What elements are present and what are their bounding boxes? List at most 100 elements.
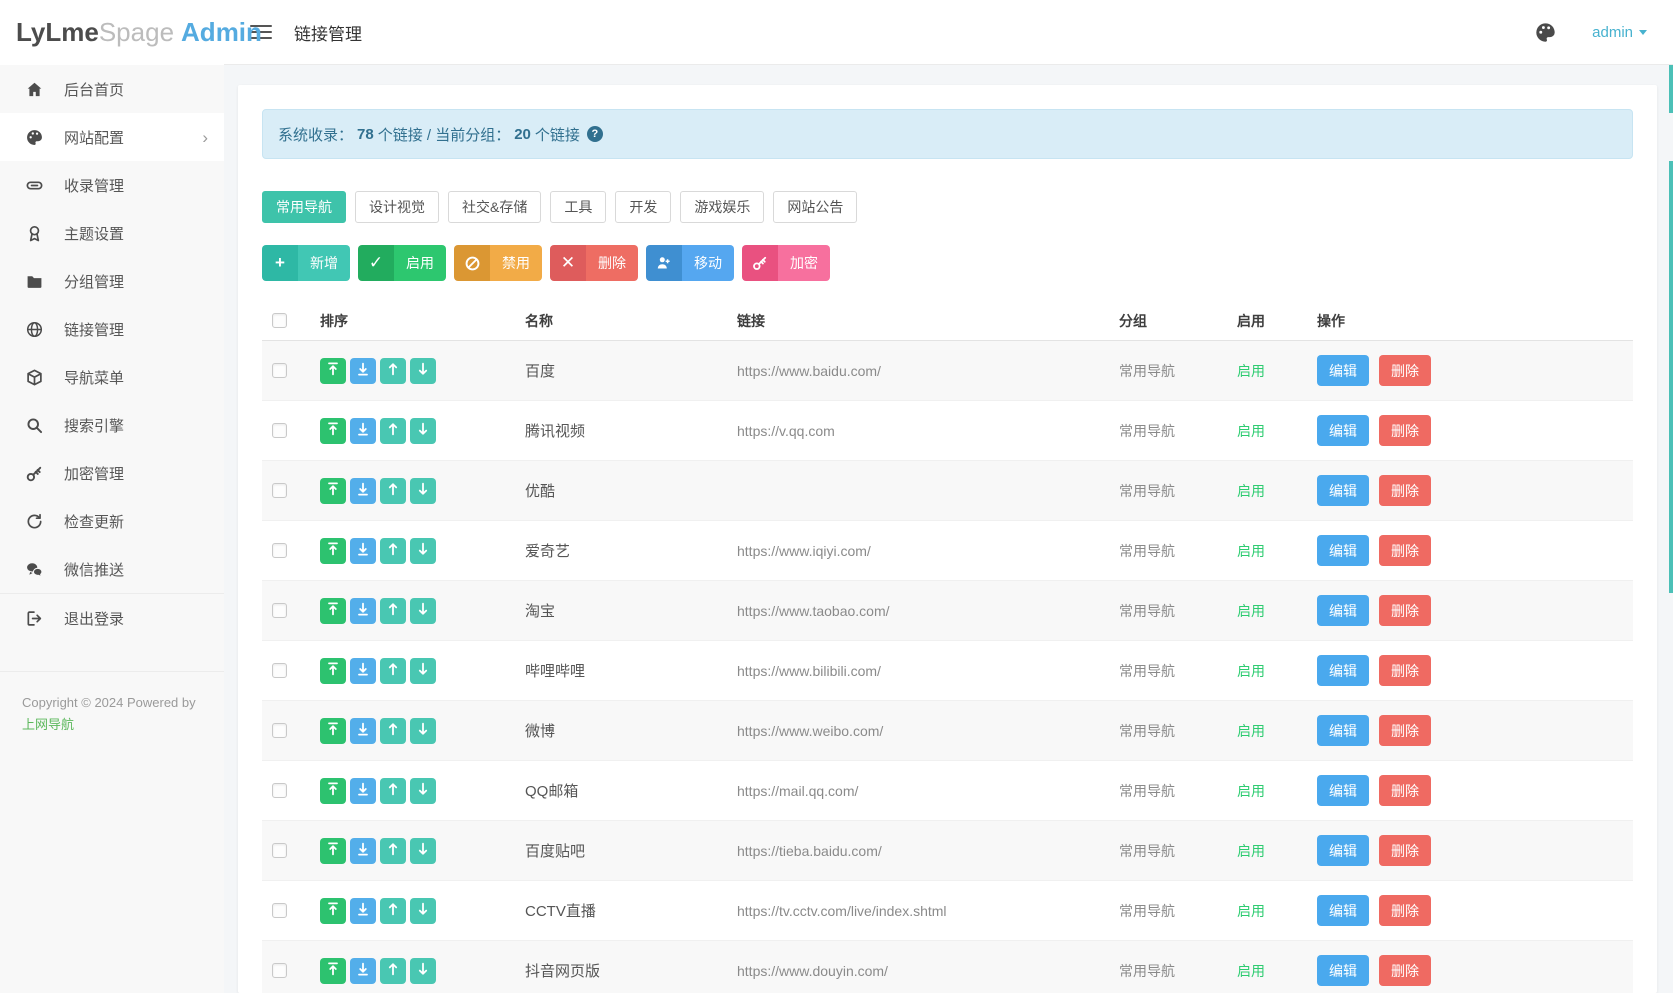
row-checkbox[interactable] xyxy=(272,423,287,438)
sort-up-button[interactable] xyxy=(380,777,406,804)
edit-button[interactable]: 编辑 xyxy=(1317,835,1369,866)
edit-button[interactable]: 编辑 xyxy=(1317,415,1369,446)
sort-down-button[interactable] xyxy=(410,777,436,804)
删除-button[interactable]: ✕ 删除 xyxy=(550,245,638,281)
sort-to-bottom-button[interactable] xyxy=(350,777,376,804)
sidebar-item-search[interactable]: 搜索引擎 xyxy=(0,401,224,449)
sort-down-button[interactable] xyxy=(410,657,436,684)
sort-up-button[interactable] xyxy=(380,897,406,924)
sort-to-bottom-button[interactable] xyxy=(350,837,376,864)
delete-button[interactable]: 删除 xyxy=(1379,715,1431,746)
theme-palette-icon[interactable] xyxy=(1535,22,1556,43)
sort-to-top-button[interactable] xyxy=(320,537,346,564)
select-all-checkbox[interactable] xyxy=(272,313,287,328)
sort-to-bottom-button[interactable] xyxy=(350,717,376,744)
row-checkbox[interactable] xyxy=(272,963,287,978)
sort-down-button[interactable] xyxy=(410,897,436,924)
user-menu[interactable]: admin xyxy=(1592,24,1647,41)
禁用-button[interactable]: 禁用 xyxy=(454,245,542,281)
sort-to-top-button[interactable] xyxy=(320,477,346,504)
edit-button[interactable]: 编辑 xyxy=(1317,595,1369,626)
edit-button[interactable]: 编辑 xyxy=(1317,955,1369,986)
加密-button[interactable]: 加密 xyxy=(742,245,830,281)
sort-to-top-button[interactable] xyxy=(320,657,346,684)
sort-down-button[interactable] xyxy=(410,417,436,444)
edit-button[interactable]: 编辑 xyxy=(1317,895,1369,926)
copyright-link[interactable]: 上网导航 xyxy=(22,714,202,736)
tab-游戏娱乐[interactable]: 游戏娱乐 xyxy=(680,191,765,223)
sidebar-item-logout[interactable]: 退出登录 xyxy=(0,594,224,642)
help-icon[interactable]: ? xyxy=(586,126,603,142)
sort-down-button[interactable] xyxy=(410,357,436,384)
启用-button[interactable]: ✓ 启用 xyxy=(358,245,446,281)
delete-button[interactable]: 删除 xyxy=(1379,595,1431,626)
sort-down-button[interactable] xyxy=(410,837,436,864)
sort-to-bottom-button[interactable] xyxy=(350,477,376,504)
sidebar-item-key[interactable]: 加密管理 xyxy=(0,449,224,497)
row-checkbox[interactable] xyxy=(272,843,287,858)
sidebar-item-link[interactable]: 收录管理 xyxy=(0,161,224,209)
tab-开发[interactable]: 开发 xyxy=(615,191,672,223)
delete-button[interactable]: 删除 xyxy=(1379,955,1431,986)
tab-常用导航[interactable]: 常用导航 xyxy=(262,191,346,223)
sort-to-bottom-button[interactable] xyxy=(350,417,376,444)
edit-button[interactable]: 编辑 xyxy=(1317,775,1369,806)
delete-button[interactable]: 删除 xyxy=(1379,535,1431,566)
sidebar-item-wechat[interactable]: 微信推送 xyxy=(0,545,224,593)
row-checkbox[interactable] xyxy=(272,603,287,618)
row-checkbox[interactable] xyxy=(272,663,287,678)
sort-up-button[interactable] xyxy=(380,477,406,504)
sort-to-top-button[interactable] xyxy=(320,717,346,744)
sort-down-button[interactable] xyxy=(410,957,436,984)
sort-to-top-button[interactable] xyxy=(320,957,346,984)
tab-社交&存储[interactable]: 社交&存储 xyxy=(448,191,542,223)
edit-button[interactable]: 编辑 xyxy=(1317,355,1369,386)
sort-to-top-button[interactable] xyxy=(320,777,346,804)
sort-down-button[interactable] xyxy=(410,477,436,504)
tab-网站公告[interactable]: 网站公告 xyxy=(773,191,858,223)
sidebar-item-palette[interactable]: 网站配置 › xyxy=(0,113,224,161)
sort-up-button[interactable] xyxy=(380,597,406,624)
row-checkbox[interactable] xyxy=(272,363,287,378)
row-checkbox[interactable] xyxy=(272,723,287,738)
delete-button[interactable]: 删除 xyxy=(1379,835,1431,866)
sort-to-top-button[interactable] xyxy=(320,897,346,924)
新增-button[interactable]: + 新增 xyxy=(262,245,350,281)
delete-button[interactable]: 删除 xyxy=(1379,655,1431,686)
sort-to-bottom-button[interactable] xyxy=(350,657,376,684)
sidebar-item-home[interactable]: 后台首页 xyxy=(0,65,224,113)
sort-up-button[interactable] xyxy=(380,537,406,564)
sort-down-button[interactable] xyxy=(410,537,436,564)
edit-button[interactable]: 编辑 xyxy=(1317,535,1369,566)
sort-up-button[interactable] xyxy=(380,837,406,864)
sort-to-bottom-button[interactable] xyxy=(350,897,376,924)
sort-up-button[interactable] xyxy=(380,657,406,684)
edit-button[interactable]: 编辑 xyxy=(1317,475,1369,506)
row-checkbox[interactable] xyxy=(272,543,287,558)
sort-up-button[interactable] xyxy=(380,957,406,984)
delete-button[interactable]: 删除 xyxy=(1379,475,1431,506)
sidebar-item-award[interactable]: 主题设置 xyxy=(0,209,224,257)
tab-工具[interactable]: 工具 xyxy=(550,191,607,223)
row-checkbox[interactable] xyxy=(272,903,287,918)
delete-button[interactable]: 删除 xyxy=(1379,355,1431,386)
delete-button[interactable]: 删除 xyxy=(1379,895,1431,926)
edit-button[interactable]: 编辑 xyxy=(1317,655,1369,686)
sort-up-button[interactable] xyxy=(380,357,406,384)
edit-button[interactable]: 编辑 xyxy=(1317,715,1369,746)
sort-to-top-button[interactable] xyxy=(320,597,346,624)
sort-down-button[interactable] xyxy=(410,597,436,624)
移动-button[interactable]: 移动 xyxy=(646,245,734,281)
sort-to-bottom-button[interactable] xyxy=(350,357,376,384)
sort-up-button[interactable] xyxy=(380,417,406,444)
tab-设计视觉[interactable]: 设计视觉 xyxy=(355,191,439,223)
row-checkbox[interactable] xyxy=(272,483,287,498)
sort-to-top-button[interactable] xyxy=(320,837,346,864)
sort-up-button[interactable] xyxy=(380,717,406,744)
sidebar-item-globe[interactable]: 链接管理 xyxy=(0,305,224,353)
sidebar-item-folder[interactable]: 分组管理 xyxy=(0,257,224,305)
sidebar-item-refresh[interactable]: 检查更新 xyxy=(0,497,224,545)
sort-to-bottom-button[interactable] xyxy=(350,597,376,624)
sort-to-bottom-button[interactable] xyxy=(350,957,376,984)
row-checkbox[interactable] xyxy=(272,783,287,798)
